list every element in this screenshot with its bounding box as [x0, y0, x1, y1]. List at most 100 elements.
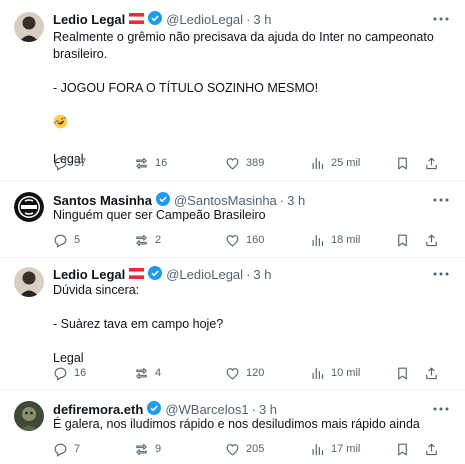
views-icon — [312, 443, 324, 455]
bookmark-button[interactable] — [395, 154, 410, 172]
author-name[interactable]: Santos Masinha — [53, 193, 152, 208]
repost-icon — [136, 157, 147, 169]
heart-icon — [226, 157, 239, 169]
repost-count: 4 — [155, 367, 162, 379]
author-name[interactable]: Ledio Legal — [53, 12, 125, 27]
bookmark-icon — [398, 367, 407, 379]
repost-count: 9 — [155, 443, 162, 455]
tweet-actions: 16 4 120 10 mil — [53, 364, 451, 382]
repost-icon — [136, 367, 147, 379]
verified-badge-icon — [148, 265, 163, 283]
tweet-line — [53, 63, 445, 80]
reply-button[interactable]: 5 — [53, 231, 80, 249]
like-count: 120 — [246, 367, 265, 379]
tweet[interactable]: Santos Masinha @SantosMasinha · 3 h Ning… — [0, 181, 465, 258]
separator-dot: · — [279, 192, 285, 208]
avatar[interactable] — [14, 192, 44, 222]
tweet-text: Dúvida sincera: - Suàrez tava em campo h… — [53, 282, 445, 367]
separator-dot: · — [246, 11, 251, 27]
views-button[interactable]: 25 mil — [310, 154, 360, 172]
tweet-line — [53, 333, 445, 350]
share-button[interactable] — [424, 364, 439, 382]
author-name[interactable]: defiremora.eth — [53, 402, 143, 417]
verified-badge-icon — [147, 400, 162, 418]
like-button[interactable]: 389 — [225, 154, 264, 172]
tweet-actions: 7 9 205 17 mil — [53, 440, 451, 458]
repost-button[interactable]: 16 — [134, 154, 167, 172]
views-icon — [312, 234, 324, 246]
share-icon — [426, 234, 437, 246]
timestamp[interactable]: 3 h — [259, 402, 277, 417]
author-handle[interactable]: @LedioLegal — [166, 267, 243, 282]
reply-icon — [54, 157, 67, 171]
tweet-line — [53, 134, 445, 151]
bookmark-icon — [398, 234, 407, 246]
tweet-line — [53, 299, 445, 316]
avatar[interactable] — [14, 401, 44, 431]
heart-icon — [226, 367, 239, 379]
avatar[interactable] — [14, 267, 44, 297]
bookmark-button[interactable] — [395, 364, 410, 382]
heart-icon — [226, 443, 239, 455]
reply-button[interactable]: 16 — [53, 364, 86, 382]
like-count: 160 — [246, 234, 265, 246]
share-button[interactable] — [424, 440, 439, 458]
tweet-actions: 5 2 160 18 mil — [53, 231, 451, 249]
tweet-text: Realmente o grêmio não precisava da ajud… — [53, 29, 445, 168]
author-handle[interactable]: @LedioLegal — [166, 12, 243, 27]
author-handle[interactable]: @WBarcelos1 — [165, 402, 248, 417]
avatar[interactable] — [14, 12, 44, 42]
like-count: 389 — [246, 157, 265, 169]
like-button[interactable]: 205 — [225, 440, 264, 458]
share-button[interactable] — [424, 231, 439, 249]
like-button[interactable]: 120 — [225, 364, 264, 382]
views-icon — [312, 367, 324, 379]
bookmark-icon — [398, 157, 407, 169]
views-button[interactable]: 10 mil — [310, 364, 360, 382]
more-icon[interactable] — [431, 265, 451, 283]
tweet-line: Dúvida sincera: — [53, 283, 140, 297]
bookmark-icon — [398, 443, 407, 455]
share-icon — [426, 157, 437, 169]
repost-button[interactable]: 4 — [134, 364, 161, 382]
author-handle[interactable]: @SantosMasinha — [174, 193, 277, 208]
bookmark-button[interactable] — [395, 231, 410, 249]
tweet-line: - Suàrez tava em campo hoje? — [53, 317, 224, 331]
tweet-line — [53, 97, 445, 114]
repost-count: 16 — [155, 157, 168, 169]
views-button[interactable]: 17 mil — [310, 440, 360, 458]
repost-button[interactable]: 2 — [134, 231, 161, 249]
tweet-line: Ninguém quer ser Campeão Brasileiro — [53, 208, 266, 222]
author-name[interactable]: Ledio Legal — [53, 267, 125, 282]
heart-icon — [226, 234, 239, 246]
reply-button[interactable]: 7 — [53, 440, 80, 458]
repost-icon — [136, 234, 147, 246]
repost-button[interactable]: 9 — [134, 440, 161, 458]
tweet-line: Realmente o grêmio não precisava da ajud… — [53, 30, 434, 61]
like-button[interactable]: 160 — [225, 231, 264, 249]
share-button[interactable] — [424, 154, 439, 172]
tweet[interactable]: Ledio Legal @LedioLegal · 3 h Realmente … — [0, 0, 465, 181]
timeline-feed: Ledio Legal @LedioLegal · 3 h Realmente … — [0, 0, 465, 464]
reply-count: 5 — [74, 234, 81, 246]
timestamp[interactable]: 3 h — [253, 267, 271, 282]
tweet-emoji-line — [53, 114, 445, 134]
tweet-line: É galera, nos iludimos rápido e nos desi… — [53, 417, 420, 431]
rofl-emoji-icon — [53, 114, 68, 129]
views-count: 25 mil — [331, 157, 361, 169]
tweet-text: É galera, nos iludimos rápido e nos desi… — [53, 416, 445, 433]
austria-flag-icon — [129, 267, 145, 282]
tweet[interactable]: Ledio Legal @LedioLegal · 3 h Dúvida sin… — [0, 258, 465, 390]
repost-count: 2 — [155, 234, 162, 246]
verified-badge-icon — [155, 191, 170, 209]
bookmark-button[interactable] — [395, 440, 410, 458]
tweet-text: Ninguém quer ser Campeão Brasileiro — [53, 207, 445, 224]
reply-icon — [54, 443, 67, 457]
timestamp[interactable]: 3 h — [287, 193, 305, 208]
tweet[interactable]: defiremora.eth @WBarcelos1 · 3 h É galer… — [0, 390, 465, 464]
reply-button[interactable]: 37 — [53, 154, 86, 172]
more-icon[interactable] — [431, 10, 451, 28]
timestamp[interactable]: 3 h — [253, 12, 271, 27]
like-count: 205 — [246, 443, 265, 455]
views-button[interactable]: 18 mil — [310, 231, 360, 249]
